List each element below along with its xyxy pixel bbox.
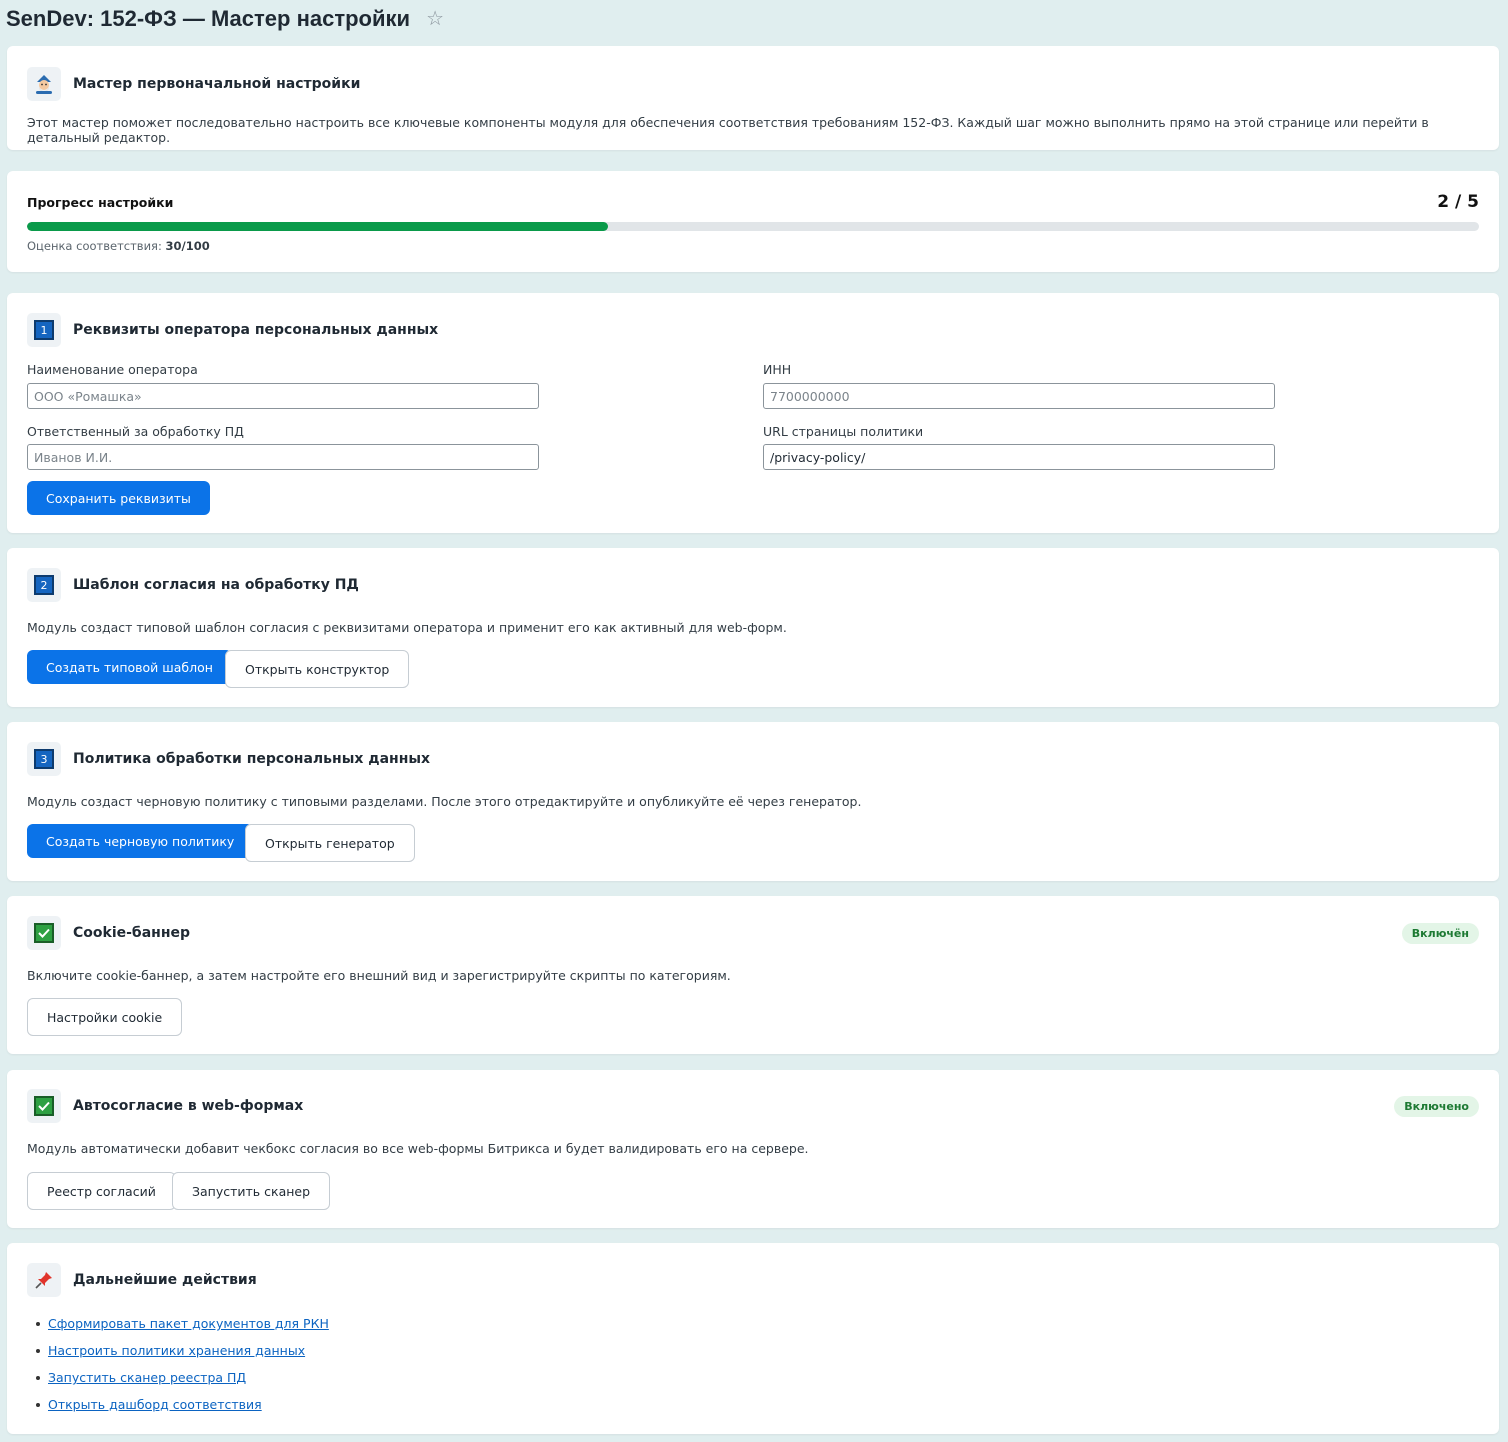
open-generator-button[interactable]: Открыть генератор bbox=[245, 824, 415, 862]
compliance-score: Оценка соответствия: 30/100 bbox=[27, 239, 210, 253]
rkn-documents-link[interactable]: Сформировать пакет документов для РКН bbox=[48, 1316, 329, 1331]
page-title: SenDev: 152-ФЗ — Мастер настройки ☆ bbox=[6, 6, 444, 32]
autoconsent-header: Автосогласие в web-формах bbox=[27, 1089, 303, 1123]
inn-input[interactable] bbox=[763, 383, 1275, 409]
responsible-label: Ответственный за обработку ПД bbox=[27, 424, 244, 439]
create-draft-policy-button[interactable]: Создать черновую политику bbox=[27, 824, 254, 858]
progress-bar-fill bbox=[27, 222, 608, 231]
step3-number: 3 bbox=[34, 749, 54, 769]
step3-title: Политика обработки персональных данных bbox=[73, 751, 431, 767]
step3-description: Модуль создаст черновую политику с типов… bbox=[27, 794, 862, 809]
compliance-score-value: 30/100 bbox=[165, 239, 210, 253]
pd-registry-scanner-link[interactable]: Запустить сканер реестра ПД bbox=[48, 1370, 246, 1385]
star-icon[interactable]: ☆ bbox=[426, 9, 444, 29]
cookie-status-badge: Включён bbox=[1401, 923, 1479, 944]
list-item: Сформировать пакет документов для РКН bbox=[27, 1310, 329, 1337]
step1-header: 1 Реквизиты оператора персональных данны… bbox=[27, 313, 438, 347]
autoconsent-description: Модуль автоматически добавит чекбокс сог… bbox=[27, 1141, 809, 1156]
save-requisites-button[interactable]: Сохранить реквизиты bbox=[27, 481, 210, 515]
cookie-card: Cookie-баннер Включён Включите cookie-ба… bbox=[7, 896, 1499, 1054]
progress-bar bbox=[27, 222, 1479, 231]
responsible-input[interactable] bbox=[27, 444, 539, 470]
open-constructor-button[interactable]: Открыть конструктор bbox=[225, 650, 410, 688]
next-actions-header: Дальнейшие действия bbox=[27, 1263, 257, 1297]
operator-name-label: Наименование оператора bbox=[27, 362, 198, 377]
compliance-dashboard-link[interactable]: Открыть дашборд соответствия bbox=[48, 1397, 262, 1412]
intro-title: Мастер первоначальной настройки bbox=[73, 76, 361, 92]
list-item: Запустить сканер реестра ПД bbox=[27, 1364, 329, 1391]
step1-title: Реквизиты оператора персональных данных bbox=[73, 322, 439, 338]
intro-card: Мастер первоначальной настройки Этот мас… bbox=[7, 46, 1499, 150]
step2-title: Шаблон согласия на обработку ПД bbox=[73, 577, 359, 593]
retention-policies-link[interactable]: Настроить политики хранения данных bbox=[48, 1343, 305, 1358]
compliance-score-label: Оценка соответствия: bbox=[27, 239, 162, 253]
step2-number: 2 bbox=[34, 575, 54, 595]
step-number-3-icon: 3 bbox=[27, 742, 61, 776]
step3-card: 3 Политика обработки персональных данных… bbox=[7, 722, 1499, 881]
step-number-2-icon: 2 bbox=[27, 568, 61, 602]
intro-description: Этот мастер поможет последовательно наст… bbox=[27, 115, 1429, 145]
intro-header: Мастер первоначальной настройки bbox=[27, 67, 360, 101]
operator-name-input[interactable] bbox=[27, 383, 539, 409]
step1-number: 1 bbox=[34, 320, 54, 340]
next-actions-list: Сформировать пакет документов для РКН На… bbox=[27, 1310, 329, 1418]
list-item: Открыть дашборд соответствия bbox=[27, 1391, 329, 1418]
check-icon bbox=[27, 916, 61, 950]
policy-url-label: URL страницы политики bbox=[763, 424, 924, 439]
cookie-settings-button[interactable]: Настройки cookie bbox=[27, 998, 183, 1036]
list-item: Настроить политики хранения данных bbox=[27, 1337, 329, 1364]
cookie-description: Включите cookie-баннер, а затем настройт… bbox=[27, 968, 731, 983]
progress-counter: 2 / 5 bbox=[1437, 192, 1479, 212]
run-scanner-button[interactable]: Запустить сканер bbox=[172, 1172, 331, 1210]
step1-card: 1 Реквизиты оператора персональных данны… bbox=[7, 293, 1499, 533]
create-template-button[interactable]: Создать типовой шаблон bbox=[27, 650, 232, 684]
step-number-1-icon: 1 bbox=[27, 313, 61, 347]
autoconsent-status-badge: Включено bbox=[1394, 1096, 1479, 1117]
consent-registry-button[interactable]: Реестр согласий bbox=[27, 1172, 176, 1210]
step3-header: 3 Политика обработки персональных данных bbox=[27, 742, 430, 776]
policy-url-input[interactable] bbox=[763, 444, 1275, 470]
inn-label: ИНН bbox=[763, 362, 792, 377]
next-actions-title: Дальнейшие действия bbox=[73, 1272, 257, 1288]
autoconsent-card: Автосогласие в web-формах Включено Модул… bbox=[7, 1070, 1499, 1228]
cookie-title: Cookie-баннер bbox=[73, 925, 191, 941]
step2-card: 2 Шаблон согласия на обработку ПД Модуль… bbox=[7, 548, 1499, 707]
wizard-icon bbox=[27, 67, 61, 101]
step2-description: Модуль создаст типовой шаблон согласия с… bbox=[27, 620, 787, 635]
autoconsent-title: Автосогласие в web-формах bbox=[73, 1098, 304, 1114]
check-icon bbox=[27, 1089, 61, 1123]
page-title-text: SenDev: 152-ФЗ — Мастер настройки bbox=[6, 6, 411, 31]
next-actions-card: Дальнейшие действия Сформировать пакет д… bbox=[7, 1243, 1499, 1434]
cookie-header: Cookie-баннер bbox=[27, 916, 190, 950]
pin-icon bbox=[27, 1263, 61, 1297]
step2-header: 2 Шаблон согласия на обработку ПД bbox=[27, 568, 359, 602]
progress-label: Прогресс настройки bbox=[27, 195, 174, 210]
progress-card: Прогресс настройки 2 / 5 Оценка соответс… bbox=[7, 171, 1499, 272]
